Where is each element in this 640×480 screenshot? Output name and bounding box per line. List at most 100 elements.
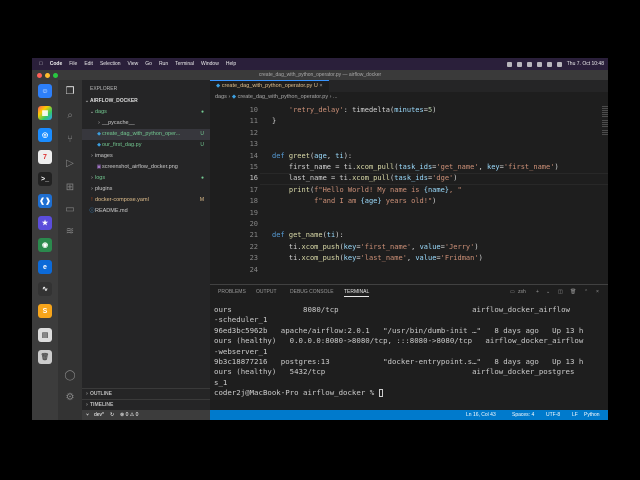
- status-icon[interactable]: [506, 61, 512, 67]
- file-tree-item[interactable]: ◆create_dag_with_python_oper... U: [82, 129, 210, 140]
- app-icon[interactable]: ◉: [38, 238, 52, 252]
- tab-debug-console[interactable]: DEBUG CONSOLE: [290, 289, 334, 295]
- close-icon[interactable]: ×: [319, 83, 322, 89]
- line-number: 14: [249, 151, 258, 160]
- preview-icon[interactable]: ▤: [38, 328, 52, 342]
- sync-icon[interactable]: ↻: [110, 410, 114, 420]
- trash-icon[interactable]: 🗑: [38, 350, 52, 364]
- account-icon[interactable]: ◯: [64, 370, 76, 382]
- minimap-line: [602, 130, 608, 131]
- language-mode[interactable]: Python: [584, 410, 600, 420]
- minimap-line: [602, 122, 608, 123]
- menu-window[interactable]: Window: [201, 61, 219, 67]
- line-ending[interactable]: LF: [572, 410, 578, 420]
- zoom-window-button[interactable]: [53, 73, 58, 78]
- menu-go[interactable]: Go: [145, 61, 152, 67]
- run-debug-icon[interactable]: ▷: [64, 158, 76, 170]
- file-tree-label: our_first_dag.py: [102, 142, 142, 148]
- menu-terminal[interactable]: Terminal: [175, 61, 194, 67]
- file-tree-item[interactable]: ! docker-compose.yaml M: [82, 195, 210, 206]
- minimap[interactable]: [600, 106, 608, 166]
- file-tree-item[interactable]: ⌄dags ●: [82, 107, 210, 118]
- app-menu[interactable]: Code: [50, 61, 63, 67]
- remote-explorer-icon[interactable]: ▭: [64, 204, 76, 216]
- safari-icon[interactable]: ◎: [38, 128, 52, 142]
- add-terminal-icon[interactable]: +: [536, 289, 539, 295]
- file-tree-item[interactable]: › images: [82, 151, 210, 162]
- close-window-button[interactable]: [37, 73, 42, 78]
- finder-icon[interactable]: ☺: [38, 84, 52, 98]
- menu-selection[interactable]: Selection: [100, 61, 121, 67]
- search-icon[interactable]: ⌕: [64, 110, 76, 122]
- breadcrumb-symbol[interactable]: ...: [333, 94, 338, 100]
- terminal-shell-select[interactable]: zsh: [518, 289, 526, 295]
- vscode-icon[interactable]: ❰❱: [38, 194, 52, 208]
- split-terminal-icon[interactable]: ◫: [558, 289, 563, 295]
- breadcrumb-file[interactable]: create_dag_with_python_operator.py: [238, 94, 329, 100]
- source-control-icon[interactable]: ⑂: [64, 134, 76, 146]
- activity-monitor-icon[interactable]: ∿: [38, 282, 52, 296]
- line-number: 17: [249, 185, 258, 194]
- gear-icon[interactable]: ⚙: [64, 392, 76, 404]
- line-number: 18: [249, 197, 258, 206]
- control-center-icon[interactable]: [556, 61, 562, 67]
- app-icon[interactable]: ★: [38, 216, 52, 230]
- launchpad-icon[interactable]: ▦: [38, 106, 52, 120]
- code-line: }: [272, 117, 277, 126]
- minimize-window-button[interactable]: [45, 73, 50, 78]
- sublime-text-icon[interactable]: S: [38, 304, 52, 318]
- close-icon[interactable]: ×: [596, 289, 599, 295]
- file-tree-item[interactable]: › __pycache__: [82, 118, 210, 129]
- trash-icon[interactable]: 🗑: [570, 289, 576, 295]
- tab-terminal[interactable]: TERMINAL: [344, 289, 370, 297]
- status-icon[interactable]: [516, 61, 522, 67]
- screen:  Code File Edit Selection View Go Run T…: [32, 58, 608, 420]
- cursor-position[interactable]: Ln 16, Col 43: [466, 410, 496, 420]
- wifi-icon[interactable]: [526, 61, 532, 67]
- chevron-down-icon[interactable]: ⌄: [546, 289, 550, 295]
- menu-run[interactable]: Run: [159, 61, 168, 67]
- timeline-section[interactable]: › TIMELINE: [82, 399, 210, 410]
- breadcrumb-folder[interactable]: dags: [215, 94, 227, 100]
- encoding[interactable]: UTF-8: [546, 410, 560, 420]
- explorer-icon[interactable]: ❐: [64, 86, 76, 98]
- file-tree-label: docker-compose.yaml: [95, 197, 149, 203]
- edge-icon[interactable]: e: [38, 260, 52, 274]
- file-tree-label: README.md: [95, 208, 128, 214]
- outline-section[interactable]: › OUTLINE: [82, 388, 210, 399]
- terminal-line: ours 8080/tcp airflow_docker_airflow: [214, 305, 570, 314]
- file-tree-item[interactable]: ▣screenshot_airflow_docker.png: [82, 162, 210, 173]
- code-line: ti.xcom_push(key='last_name', value='Fri…: [272, 254, 483, 263]
- file-tree-item[interactable]: ◆our_first_dag.py U: [82, 140, 210, 151]
- indentation[interactable]: Spaces: 4: [512, 410, 534, 420]
- file-tree-item[interactable]: ⓘREADME.md: [82, 206, 210, 217]
- workspace-root[interactable]: ⌄AIRFLOW_DOCKER: [82, 96, 210, 107]
- search-icon[interactable]: [546, 61, 552, 67]
- line-number: 11: [249, 117, 258, 126]
- editor-tab-bar: ◆ create_dag_with_python_operator.py U ×: [210, 80, 608, 92]
- docker-icon[interactable]: ≋: [64, 226, 76, 238]
- line-number: 20: [249, 220, 258, 228]
- activity-bar: ❐ ⌕ ⑂ ▷ ⊞ ▭ ≋ ◯ ⚙: [58, 80, 82, 420]
- tab-problems[interactable]: PROBLEMS: [218, 289, 246, 295]
- problems-count[interactable]: ⊗ 0 ⚠ 0: [120, 410, 138, 420]
- menu-edit[interactable]: Edit: [84, 61, 93, 67]
- branch-status[interactable]: dev*: [94, 410, 104, 420]
- calendar-icon[interactable]: 7: [38, 150, 52, 164]
- status-bar: ⑂ dev* ↻ ⊗ 0 ⚠ 0 Ln 16, Col 43 Spaces: 4…: [82, 410, 608, 420]
- battery-icon[interactable]: [536, 61, 542, 67]
- terminal-output[interactable]: ours 8080/tcp airflow_docker_airflow -sch…: [214, 305, 606, 399]
- apple-menu[interactable]: : [39, 61, 43, 67]
- maximize-panel-icon[interactable]: ⌃: [584, 289, 588, 295]
- menu-view[interactable]: View: [128, 61, 139, 67]
- menu-help[interactable]: Help: [226, 61, 236, 67]
- terminal-icon[interactable]: >_: [38, 172, 52, 186]
- menu-file[interactable]: File: [69, 61, 77, 67]
- menubar-clock[interactable]: Thu 7. Oct 10:48: [567, 61, 604, 67]
- tab-create-dag[interactable]: ◆ create_dag_with_python_operator.py U ×: [210, 80, 329, 92]
- extensions-icon[interactable]: ⊞: [64, 182, 76, 194]
- file-tree-item[interactable]: › logs ●: [82, 173, 210, 184]
- minimap-line: [602, 110, 608, 111]
- tab-output[interactable]: OUTPUT: [256, 289, 277, 295]
- file-tree-item[interactable]: › plugins: [82, 184, 210, 195]
